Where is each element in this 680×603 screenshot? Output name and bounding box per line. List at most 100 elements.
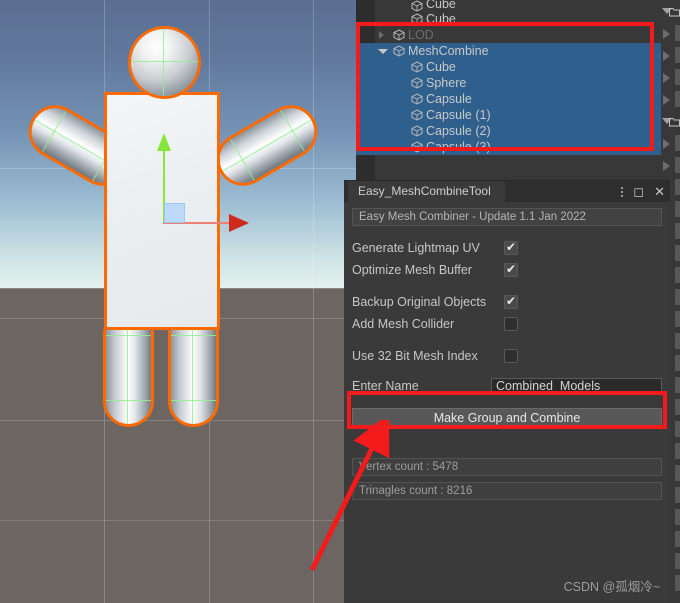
asset-thumbnail[interactable] [675, 245, 680, 261]
close-icon[interactable]: ✕ [654, 185, 665, 198]
hierarchy-row-label: Capsule (3) [426, 140, 491, 154]
unity-editor-screenshot: Cube Cube LOD MeshCombine Cube Sphere Capsule C… [0, 0, 680, 603]
checkbox-generate-lightmap-uv[interactable] [504, 239, 518, 255]
option-row-use-32-bit-mesh-index[interactable]: Use 32 Bit Mesh Index [352, 346, 662, 366]
gizmo-plane-handle[interactable] [164, 203, 185, 223]
enter-name-row[interactable]: Enter Name [352, 376, 662, 396]
tool-version-banner: Easy Mesh Combiner - Update 1.1 Jan 2022 [352, 208, 662, 226]
maximize-icon[interactable]: ◻ [633, 185, 644, 198]
asset-thumbnail[interactable] [675, 289, 680, 305]
hierarchy-panel[interactable]: Cube Cube LOD MeshCombine Cube Sphere Capsule C… [356, 0, 661, 183]
asset-thumbnail[interactable] [675, 531, 680, 547]
option-label: Add Mesh Collider [352, 317, 455, 331]
hierarchy-row-list[interactable]: Cube Cube LOD MeshCombine Cube Sphere Capsule C… [356, 0, 661, 155]
kebab-menu-icon[interactable] [621, 186, 624, 197]
leg-right-capsule[interactable] [171, 312, 216, 424]
hierarchy-row-label: Capsule (2) [426, 124, 491, 138]
asset-thumbnail[interactable] [675, 47, 680, 63]
asset-thumbnail[interactable] [675, 421, 680, 437]
hierarchy-row-capsule[interactable]: Capsule [356, 91, 661, 107]
checkbox-add-mesh-collider[interactable] [504, 317, 518, 331]
grid-line-horizontal [0, 420, 356, 421]
tool-options-list[interactable]: Generate Lightmap UV Optimize Mesh Buffer… [352, 238, 662, 366]
enter-name-input[interactable] [491, 377, 662, 395]
project-strip-row[interactable] [661, 110, 680, 132]
chevron-down-icon[interactable] [378, 49, 388, 54]
hierarchy-row-cube[interactable]: Cube [356, 59, 661, 75]
project-strip-row[interactable] [661, 66, 680, 88]
option-row-generate-lightmap-uv[interactable]: Generate Lightmap UV [352, 238, 662, 258]
asset-thumbnail[interactable] [675, 487, 680, 503]
hierarchy-row-lod[interactable]: LOD [356, 27, 661, 43]
checkbox-optimize-mesh-buffer[interactable] [504, 261, 518, 277]
hierarchy-row-sphere[interactable]: Sphere [356, 75, 661, 91]
hierarchy-row-label: Cube [426, 0, 456, 11]
hierarchy-row-label: Capsule [426, 92, 472, 106]
hierarchy-row-label: Capsule (1) [426, 108, 491, 122]
asset-thumbnail[interactable] [675, 69, 680, 85]
project-strip-row[interactable] [661, 132, 680, 154]
asset-thumbnail[interactable] [675, 377, 680, 393]
checkbox-use-32-bit-mesh-index[interactable] [504, 349, 518, 363]
asset-thumbnail[interactable] [675, 179, 680, 195]
project-strip-row[interactable] [661, 0, 680, 22]
chevron-right-icon[interactable] [663, 51, 670, 61]
hierarchy-row-capsule-3[interactable]: Capsule (3) [356, 139, 661, 155]
asset-thumbnail[interactable] [675, 355, 680, 371]
torso-cube[interactable] [107, 95, 217, 327]
asset-thumbnail[interactable] [675, 157, 680, 173]
asset-thumbnail[interactable] [675, 267, 680, 283]
hierarchy-row-meshcombine[interactable]: MeshCombine [356, 43, 661, 59]
leg-left-capsule[interactable] [106, 312, 151, 424]
project-strip-row[interactable] [661, 154, 680, 176]
make-group-and-combine-button[interactable]: Make Group and Combine [352, 408, 662, 428]
asset-thumbnail[interactable] [675, 575, 680, 591]
option-row-backup-original-objects[interactable]: Backup Original Objects [352, 292, 662, 312]
project-strip-row[interactable] [661, 88, 680, 110]
asset-thumbnail[interactable] [675, 223, 680, 239]
project-strip-row[interactable] [661, 44, 680, 66]
asset-thumbnail[interactable] [675, 135, 680, 151]
option-row-optimize-mesh-buffer[interactable]: Optimize Mesh Buffer [352, 260, 662, 280]
chevron-right-icon[interactable] [663, 95, 670, 105]
option-label: Backup Original Objects [352, 295, 487, 309]
project-strip-row[interactable] [661, 22, 680, 44]
vertex-count-readout: Vertex count : 5478 [352, 458, 662, 476]
chevron-right-icon[interactable] [379, 31, 384, 39]
asset-thumbnail[interactable] [675, 443, 680, 459]
folder-icon [669, 4, 680, 22]
tool-window-tab[interactable]: Easy_MeshCombineTool [348, 181, 505, 202]
asset-thumbnail[interactable] [675, 553, 680, 569]
asset-thumbnail[interactable] [675, 91, 680, 107]
checkbox-backup-original-objects[interactable] [504, 293, 518, 309]
tool-window-titlebar[interactable]: Easy_MeshCombineTool ◻ ✕ [344, 181, 670, 202]
watermark-text: CSDN @孤烟冷~ [563, 580, 660, 594]
folder-icon [669, 114, 680, 132]
head-sphere[interactable] [131, 29, 198, 96]
grid-line-vertical [104, 0, 105, 603]
asset-thumbnail[interactable] [675, 509, 680, 525]
hierarchy-row-label: Sphere [426, 76, 467, 90]
gizmo-axis-x-arrow-icon[interactable] [229, 214, 249, 232]
chevron-right-icon[interactable] [663, 139, 670, 149]
chevron-right-icon[interactable] [663, 73, 670, 83]
hierarchy-row-capsule-1[interactable]: Capsule (1) [356, 107, 661, 123]
chevron-right-icon[interactable] [663, 161, 670, 171]
asset-thumbnail[interactable] [675, 311, 680, 327]
option-label: Optimize Mesh Buffer [352, 263, 472, 277]
option-row-add-mesh-collider[interactable]: Add Mesh Collider [352, 314, 662, 334]
asset-thumbnail[interactable] [675, 201, 680, 217]
gizmo-axis-y-arrow-icon[interactable] [157, 133, 171, 151]
easy-mesh-combine-tool-window[interactable]: Easy_MeshCombineTool ◻ ✕ Easy Mesh Combi… [344, 180, 670, 603]
asset-thumbnail[interactable] [675, 399, 680, 415]
triangles-count-readout: Trinagles count : 8216 [352, 482, 662, 500]
tool-window-controls[interactable]: ◻ ✕ [621, 181, 665, 202]
asset-thumbnail[interactable] [675, 333, 680, 349]
asset-thumbnail[interactable] [675, 25, 680, 41]
hierarchy-row-cube[interactable]: Cube [356, 11, 661, 27]
asset-thumbnail[interactable] [675, 465, 680, 481]
scene-view[interactable] [0, 0, 356, 603]
chevron-right-icon[interactable] [663, 29, 670, 39]
hierarchy-row-capsule-2[interactable]: Capsule (2) [356, 123, 661, 139]
hierarchy-row-cube[interactable]: Cube [356, 0, 661, 12]
